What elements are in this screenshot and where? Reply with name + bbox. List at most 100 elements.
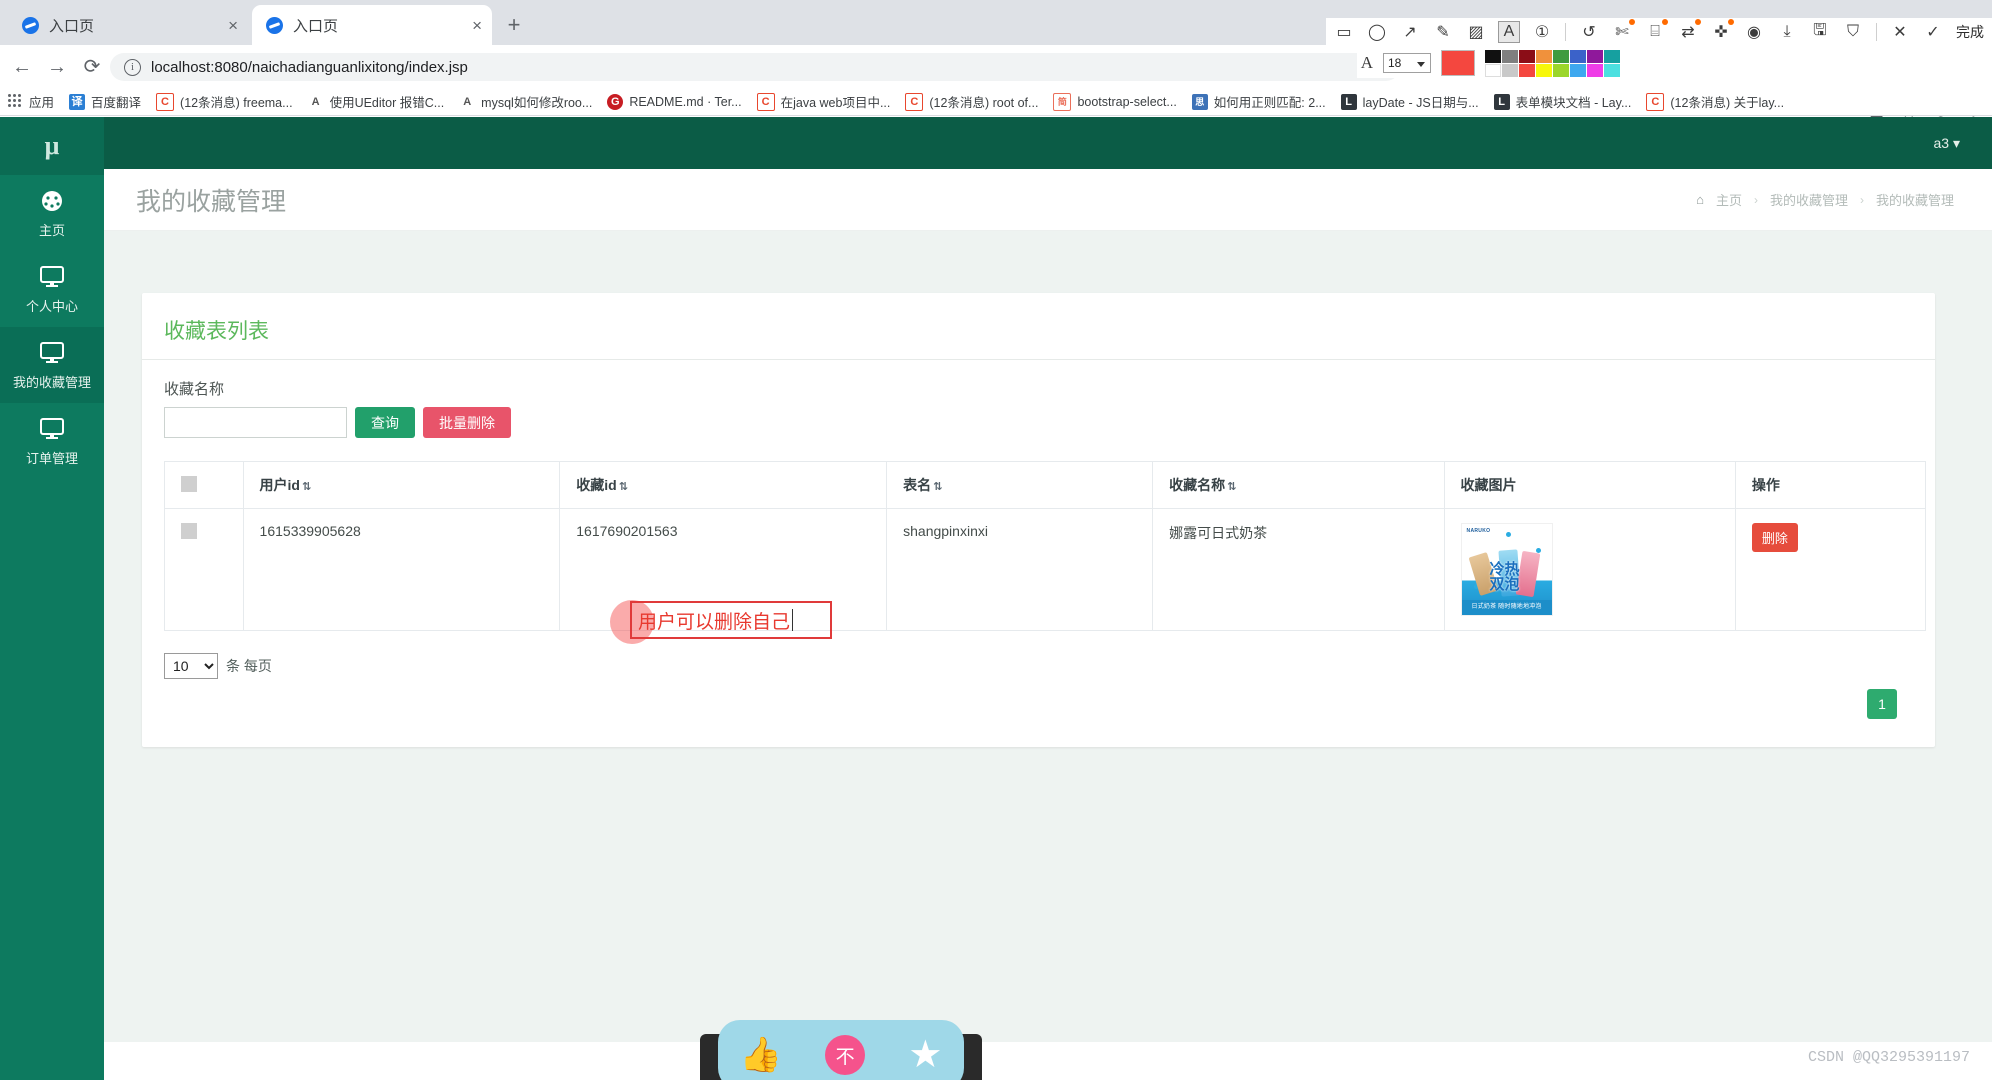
- sidebar-item-personal-center[interactable]: 个人中心: [0, 251, 104, 327]
- color-swatch[interactable]: [1536, 63, 1552, 77]
- color-swatch[interactable]: [1502, 49, 1518, 63]
- collect-tool-icon[interactable]: ⛉: [1843, 22, 1863, 42]
- bookmark-item[interactable]: C (12条消息) 关于lay...: [1646, 92, 1784, 111]
- thumbs-up-icon[interactable]: 👍: [740, 1038, 782, 1072]
- bookmark-item[interactable]: A mysql如何修改roo...: [459, 92, 592, 111]
- sidebar-item-order-management[interactable]: 订单管理: [0, 403, 104, 479]
- bookmark-item[interactable]: L 表单模块文档 - Lay...: [1493, 92, 1631, 111]
- color-swatch[interactable]: [1536, 49, 1552, 63]
- sidebar-item-my-favorites[interactable]: 我的收藏管理: [0, 327, 104, 403]
- text-tool-icon[interactable]: A: [1498, 21, 1520, 43]
- bookmark-apps[interactable]: 应用: [8, 92, 54, 111]
- reload-icon[interactable]: ⟳: [80, 55, 104, 79]
- bookmark-item[interactable]: 简 bootstrap-select...: [1053, 92, 1177, 111]
- sidebar-item-home[interactable]: 主页: [0, 175, 104, 251]
- color-swatch[interactable]: [1604, 49, 1620, 63]
- sort-icon[interactable]: ⇅: [933, 481, 942, 493]
- mosaic-tool-icon[interactable]: ▨: [1466, 22, 1486, 42]
- color-palette[interactable]: [1485, 49, 1620, 77]
- star-icon[interactable]: ★: [908, 1036, 942, 1074]
- ocr-tool-icon[interactable]: ⌸: [1645, 19, 1668, 42]
- arrow-tool-icon[interactable]: ↗: [1400, 22, 1420, 42]
- sidebar-logo[interactable]: μ: [0, 117, 104, 175]
- translate-tool-icon[interactable]: ⇄: [1678, 19, 1701, 42]
- annotation-done-button[interactable]: 完成: [1956, 22, 1984, 42]
- color-swatch[interactable]: [1570, 49, 1586, 63]
- page-number-container: 1: [142, 689, 1897, 719]
- table-header-favorite-id[interactable]: 收藏id ⇅: [559, 461, 888, 509]
- bookmark-item[interactable]: C (12条消息) freema...: [156, 92, 293, 111]
- product-image[interactable]: NARUKO 冷热 双泡 日式奶茶 随时随地地冲泡: [1460, 523, 1553, 616]
- color-swatch[interactable]: [1502, 63, 1518, 77]
- record-tool-icon[interactable]: ◉: [1744, 22, 1764, 42]
- font-size-select[interactable]: 18: [1383, 53, 1431, 73]
- forward-icon[interactable]: →: [45, 55, 69, 79]
- back-icon[interactable]: ←: [10, 55, 34, 79]
- cancel-tool-icon[interactable]: ✕: [1890, 22, 1910, 42]
- row-select-cell[interactable]: [164, 508, 244, 631]
- breadcrumb-item-favorites[interactable]: 我的收藏管理: [1770, 190, 1848, 209]
- serial-number-tool-icon[interactable]: ①: [1532, 22, 1552, 42]
- bookmark-item[interactable]: C 在java web项目中...: [756, 92, 890, 111]
- color-swatch[interactable]: [1553, 63, 1569, 77]
- color-swatch[interactable]: [1604, 63, 1620, 77]
- bookmark-item[interactable]: G README.md · Ter...: [607, 93, 742, 110]
- select-all-checkbox[interactable]: [181, 475, 197, 492]
- bookmark-item[interactable]: A 使用UEditor 报错C...: [307, 92, 445, 111]
- confirm-tool-icon[interactable]: ✓: [1923, 22, 1943, 42]
- header-label: 用户id: [259, 477, 300, 493]
- home-icon[interactable]: ⌂: [1696, 192, 1704, 207]
- pin-tool-icon[interactable]: ✜: [1711, 19, 1734, 42]
- per-page-select[interactable]: 102050100: [164, 653, 218, 679]
- annotation-text-box[interactable]: 用户可以删除自己: [630, 601, 832, 639]
- tab-close-icon[interactable]: ×: [472, 17, 482, 34]
- undo-tool-icon[interactable]: ↺: [1579, 22, 1599, 42]
- batch-delete-button[interactable]: 批量删除: [423, 407, 511, 438]
- query-button[interactable]: 查询: [355, 407, 415, 438]
- color-swatch[interactable]: [1519, 49, 1535, 63]
- cut-tool-icon[interactable]: ✄: [1612, 19, 1635, 42]
- sort-icon[interactable]: ⇅: [302, 481, 311, 493]
- app-topbar: a3 ▾: [104, 117, 1992, 169]
- new-tab-button[interactable]: +: [500, 12, 528, 40]
- bookmark-label: 使用UEditor 报错C...: [329, 96, 445, 110]
- table-header-table-name[interactable]: 表名 ⇅: [886, 461, 1154, 509]
- tab-close-icon[interactable]: ×: [228, 17, 238, 34]
- bookmark-item[interactable]: L layDate - JS日期与...: [1340, 92, 1479, 111]
- table-header-favorite-name[interactable]: 收藏名称 ⇅: [1152, 461, 1445, 509]
- bookmark-item[interactable]: 思 如何用正则匹配: 2...: [1191, 92, 1326, 111]
- color-swatch[interactable]: [1570, 63, 1586, 77]
- color-swatch[interactable]: [1587, 63, 1603, 77]
- toolbar-divider: [1876, 23, 1877, 41]
- color-swatch[interactable]: [1485, 63, 1501, 77]
- save-tool-icon[interactable]: 🖫: [1810, 22, 1830, 42]
- favorite-name-input[interactable]: [164, 407, 347, 438]
- color-swatch[interactable]: [1485, 49, 1501, 63]
- current-color-swatch[interactable]: [1441, 50, 1475, 76]
- site-info-icon[interactable]: i: [124, 58, 141, 76]
- color-swatch[interactable]: [1519, 63, 1535, 77]
- sort-icon[interactable]: ⇅: [619, 481, 628, 493]
- bookmark-item[interactable]: C (12条消息) root of...: [905, 92, 1038, 111]
- script-icon: A: [459, 93, 476, 110]
- page-number-1[interactable]: 1: [1867, 689, 1897, 719]
- breadcrumb-separator: ›: [1753, 192, 1758, 207]
- download-tool-icon[interactable]: ⤓: [1777, 22, 1797, 42]
- pencil-tool-icon[interactable]: ✎: [1433, 22, 1453, 42]
- table-header-select-all[interactable]: [164, 461, 244, 509]
- table-header-user-id[interactable]: 用户id ⇅: [242, 461, 561, 509]
- thumbs-down-icon[interactable]: 不: [825, 1035, 866, 1075]
- ellipse-tool-icon[interactable]: ◯: [1367, 22, 1387, 42]
- browser-tab-1[interactable]: 入口页 ×: [8, 5, 248, 45]
- color-swatch[interactable]: [1587, 49, 1603, 63]
- user-menu[interactable]: a3 ▾: [1934, 135, 1961, 152]
- bookmark-item[interactable]: 译 百度翻译: [69, 92, 141, 111]
- delete-button[interactable]: 删除: [1751, 523, 1798, 552]
- browser-tab-2[interactable]: 入口页 ×: [252, 5, 492, 45]
- sort-icon[interactable]: ⇅: [1227, 481, 1236, 493]
- breadcrumb-item-home[interactable]: 主页: [1716, 190, 1742, 209]
- address-bar[interactable]: i localhost:8080/naichadianguanlixitong/…: [110, 53, 1400, 81]
- rectangle-tool-icon[interactable]: ▭: [1334, 22, 1354, 42]
- color-swatch[interactable]: [1553, 49, 1569, 63]
- row-checkbox[interactable]: [181, 523, 197, 539]
